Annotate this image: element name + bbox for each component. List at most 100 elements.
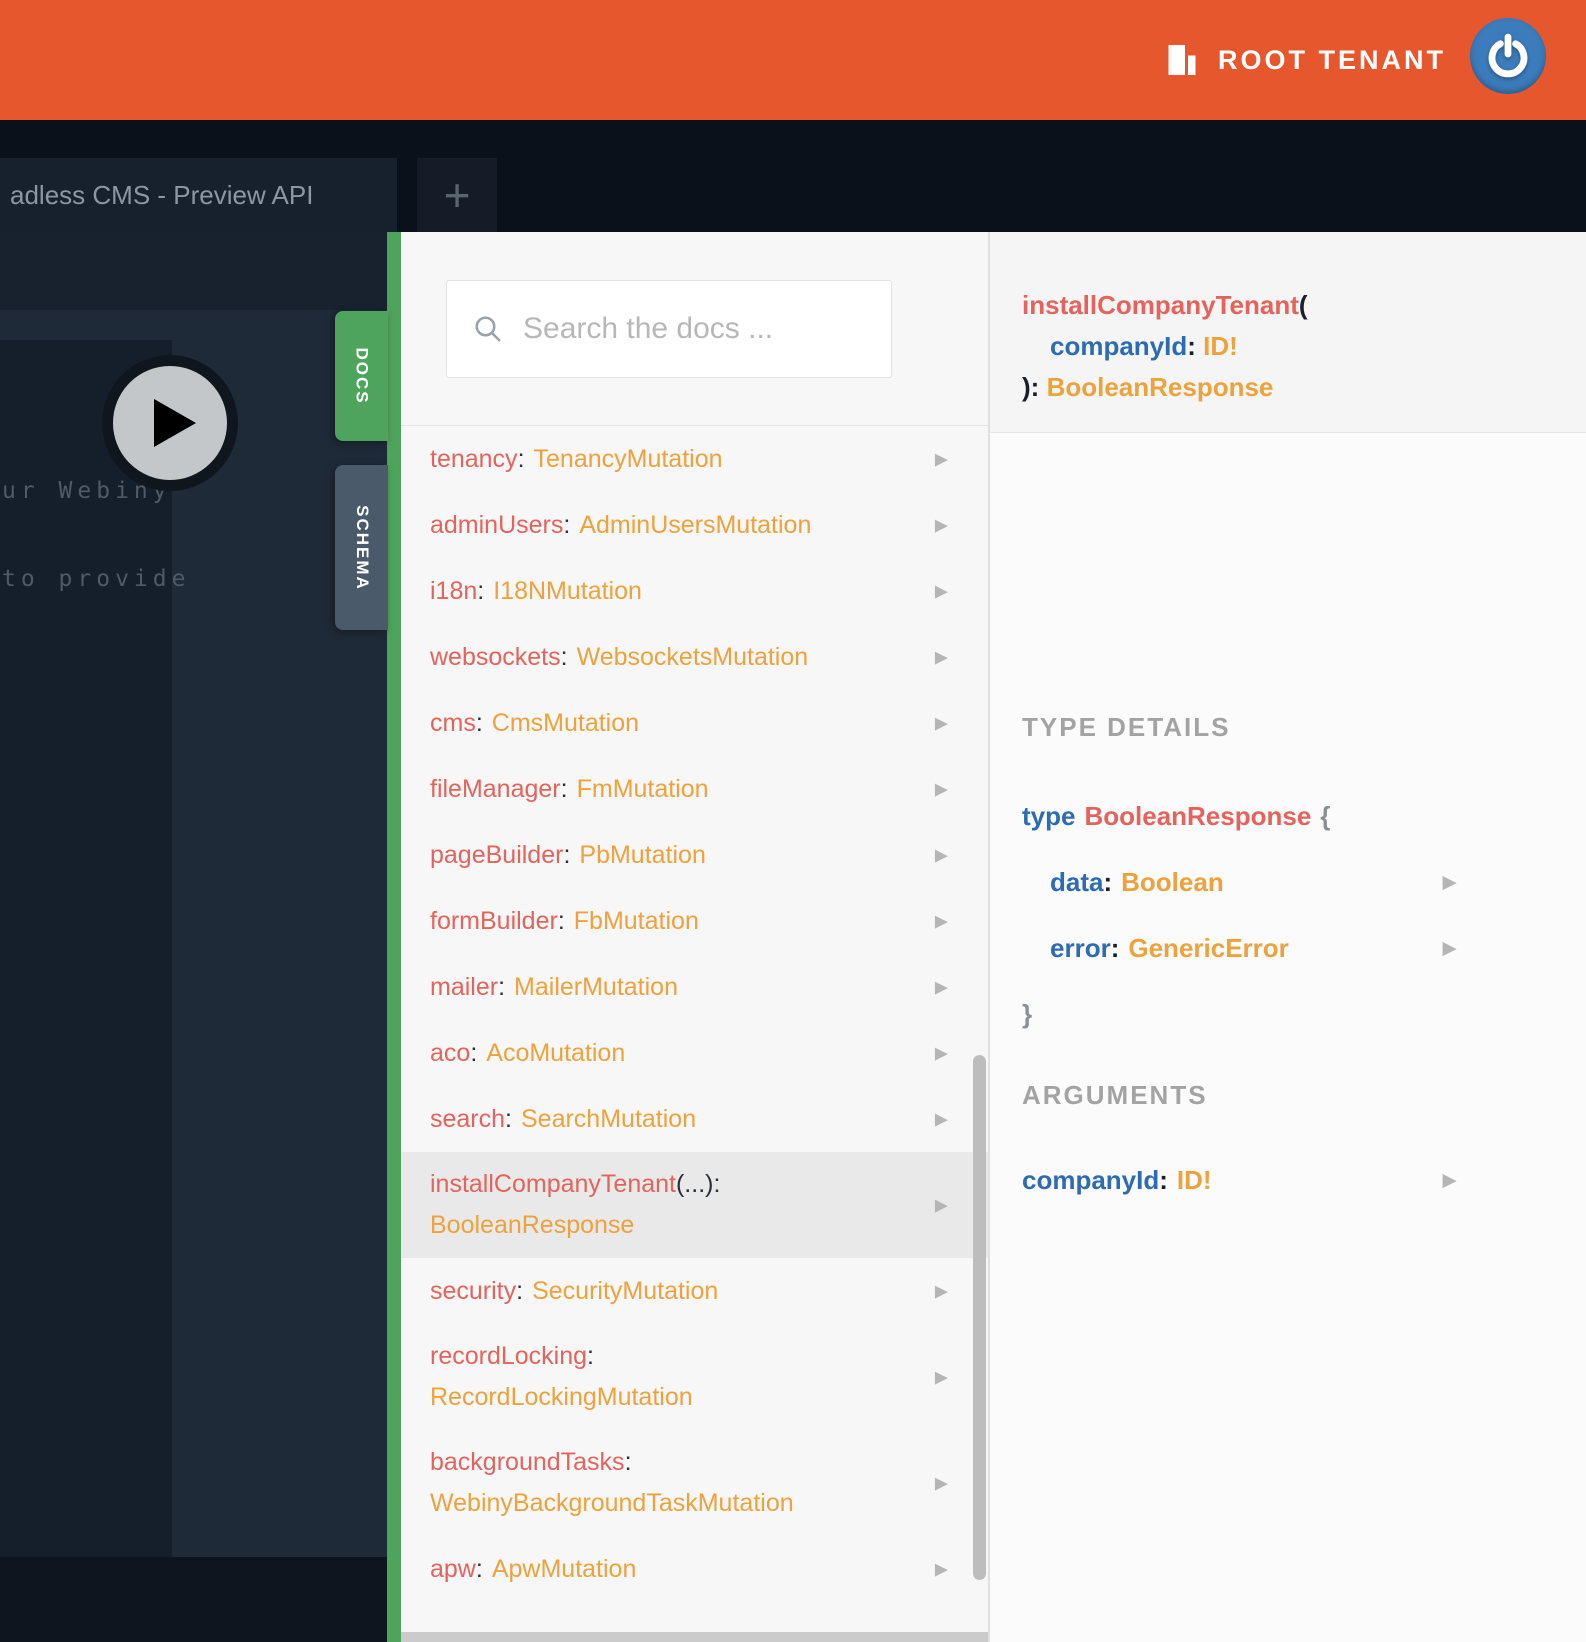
field-suffix: : (557, 907, 565, 935)
tenant-selector[interactable]: ROOT TENANT (1164, 0, 1446, 120)
plus-icon: + (443, 169, 471, 221)
new-tab-button[interactable]: + (417, 158, 497, 232)
doc-list-item[interactable]: websockets: WebsocketsMutation ▶ (401, 624, 988, 690)
doc-list-item-text: cms: CmsMutation (430, 706, 639, 740)
field-type: RecordLockingMutation (430, 1383, 693, 1411)
argument-row[interactable]: companyId: ID! ▶ (990, 1147, 1586, 1213)
type-name[interactable]: BooleanResponse (1084, 801, 1311, 832)
doc-list-item[interactable]: i18n: I18NMutation ▶ (401, 558, 988, 624)
colon: : (1110, 932, 1120, 963)
field-type: CmsMutation (491, 709, 640, 737)
chevron-right-icon: ▶ (934, 713, 948, 733)
field-type: AcoMutation (486, 1039, 626, 1067)
chevron-right-icon: ▶ (934, 1109, 948, 1129)
docs-search-area (401, 232, 988, 425)
field-type: TenancyMutation (533, 445, 723, 473)
tab-bar: adless CMS - Preview API + (0, 120, 1586, 323)
doc-list-item[interactable]: recordLocking: RecordLockingMutation ▶ (401, 1324, 988, 1430)
power-logo-icon (1488, 33, 1528, 78)
doc-list-item[interactable]: apw: ApwMutation ▶ (401, 1536, 988, 1602)
play-icon (154, 399, 196, 447)
field-name: data (1050, 866, 1104, 897)
doc-list-item[interactable]: adminUsers: AdminUsersMutation ▶ (401, 492, 988, 558)
doc-list-item[interactable]: tenancy: TenancyMutation ▶ (401, 426, 988, 492)
tab-headless-cms-preview-api[interactable]: adless CMS - Preview API (0, 158, 397, 232)
variables-pane-strip (0, 1557, 387, 1642)
field-suffix: : (475, 1555, 483, 1583)
chevron-right-icon: ▶ (934, 515, 948, 535)
doc-list-item[interactable]: cms: CmsMutation ▶ (401, 690, 988, 756)
doc-list-item-text: apw: ApwMutation (430, 1552, 636, 1586)
doc-list-item-text: installCompanyTenant(...): BooleanRespons… (430, 1164, 918, 1246)
signature-arg-name[interactable]: companyId (1050, 331, 1187, 361)
doc-list-item[interactable]: fileManager: FmMutation ▶ (401, 756, 988, 822)
editor-gutter-panel (0, 340, 172, 1557)
doc-list-item-text: pageBuilder: PbMutation (430, 838, 706, 872)
tab-docs-label: DOCS (352, 347, 372, 405)
chevron-right-icon: ▶ (934, 581, 948, 601)
doc-list-item-text: formBuilder: FbMutation (430, 904, 699, 938)
field-detail-panel: installCompanyTenant( companyId: ID! ): … (988, 232, 1586, 1642)
field-type: SecurityMutation (532, 1277, 719, 1305)
chevron-right-icon: ▶ (934, 845, 948, 865)
doc-list-item[interactable]: backgroundTasks: WebinyBackgroundTaskMuta… (401, 1430, 988, 1536)
argument-type[interactable]: ID! (1177, 1165, 1212, 1196)
field-suffix: : (560, 643, 568, 671)
field-suffix: : (470, 1039, 478, 1067)
doc-list-item[interactable]: mailer: MailerMutation ▶ (401, 954, 988, 1020)
tab-docs[interactable]: DOCS (335, 311, 388, 441)
field-name: tenancy (430, 445, 518, 473)
execute-query-button[interactable] (102, 355, 238, 491)
doc-list-item[interactable]: pageBuilder: PbMutation ▶ (401, 822, 988, 888)
type-field-row[interactable]: error: GenericError ▶ (990, 915, 1586, 981)
doc-list-item[interactable]: security: SecurityMutation ▶ (401, 1258, 988, 1324)
field-name: fileManager (430, 775, 561, 803)
doc-list-item-text: adminUsers: AdminUsersMutation (430, 508, 811, 542)
signature-return-type[interactable]: BooleanResponse (1047, 372, 1274, 402)
doc-list-item-text: aco: AcoMutation (430, 1036, 625, 1070)
signature-arg-type[interactable]: ID! (1203, 331, 1238, 361)
field-name: i18n (430, 577, 478, 605)
doc-list-item[interactable]: search: SearchMutation ▶ (401, 1086, 988, 1152)
user-avatar[interactable] (1470, 18, 1546, 94)
chevron-right-icon: ▶ (1442, 872, 1456, 892)
field-type: FmMutation (576, 775, 709, 803)
chevron-right-icon: ▶ (1442, 1170, 1456, 1190)
doc-list-item[interactable]: aco: AcoMutation ▶ (401, 1020, 988, 1086)
chevron-right-icon: ▶ (934, 1367, 948, 1387)
field-type[interactable]: Boolean (1121, 867, 1224, 898)
colon: : (1159, 1164, 1168, 1195)
field-name: adminUsers (430, 511, 564, 539)
docs-search-box[interactable] (446, 280, 909, 378)
type-field-row[interactable]: data: Boolean ▶ (990, 849, 1586, 915)
field-name: aco (430, 1039, 471, 1067)
docs-vertical-scrollbar[interactable] (973, 1055, 986, 1580)
doc-list-item[interactable]: formBuilder: FbMutation ▶ (401, 888, 988, 954)
field-name: pageBuilder (430, 841, 564, 869)
chevron-right-icon: ▶ (1442, 938, 1456, 958)
signature-open-paren: ( (1298, 290, 1308, 320)
field-signature: installCompanyTenant( companyId: ID! ): … (990, 232, 1586, 433)
type-details-block: type BooleanResponse { data: Boolean ▶ erro… (990, 783, 1586, 1047)
field-name: installCompanyTenant (430, 1170, 676, 1198)
field-type: WebinyBackgroundTaskMutation (430, 1489, 794, 1517)
field-suffix: : (477, 577, 485, 605)
doc-list-item[interactable]: installCompanyTenant(...): BooleanRespons… (401, 1152, 988, 1258)
field-name: apw (430, 1555, 476, 1583)
doc-list-item-text: websockets: WebsocketsMutation (430, 640, 808, 674)
field-name: cms (430, 709, 476, 737)
arguments-block: companyId: ID! ▶ (990, 1147, 1586, 1213)
type-keyword: type (1022, 800, 1076, 831)
tab-schema[interactable]: SCHEMA (335, 465, 388, 630)
field-suffix: : (560, 775, 568, 803)
close-brace: } (1022, 998, 1033, 1029)
docs-search-input[interactable] (523, 312, 909, 346)
field-type: MailerMutation (514, 973, 678, 1001)
chevron-right-icon: ▶ (934, 647, 948, 667)
field-suffix: : (516, 1277, 524, 1305)
field-name: error (1050, 932, 1111, 963)
field-type[interactable]: GenericError (1128, 933, 1288, 964)
field-suffix: : (563, 841, 571, 869)
tenant-label: ROOT TENANT (1218, 44, 1446, 75)
colon: : (1103, 866, 1113, 897)
